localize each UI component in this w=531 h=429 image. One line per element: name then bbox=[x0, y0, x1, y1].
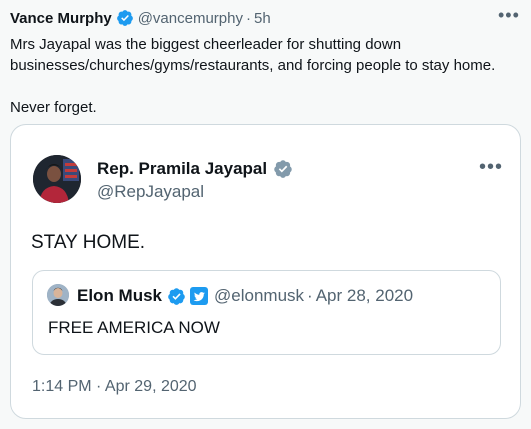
avatar[interactable] bbox=[33, 155, 81, 203]
more-options-icon[interactable]: ••• bbox=[479, 156, 503, 179]
outer-author-name[interactable]: Vance Murphy bbox=[10, 10, 112, 27]
quoted-tweet-card[interactable]: Rep. Pramila Jayapal @RepJayapal ••• STA… bbox=[10, 124, 521, 419]
nested-author-handle[interactable]: @elonmusk bbox=[214, 286, 304, 306]
twitter-bird-icon bbox=[190, 287, 209, 305]
nested-author-name[interactable]: Elon Musk bbox=[77, 286, 162, 306]
quoted-author-name[interactable]: Rep. Pramila Jayapal bbox=[97, 159, 267, 179]
nested-quote-date[interactable]: Apr 28, 2020 bbox=[316, 286, 413, 306]
quoted-author-name-row: Rep. Pramila Jayapal bbox=[97, 157, 297, 181]
more-options-icon[interactable]: ••• bbox=[498, 5, 520, 26]
gray-verified-badge-icon bbox=[273, 159, 293, 179]
nested-quote-header: Elon Musk @elonmusk · Apr 28, 2020 bbox=[77, 284, 413, 308]
separator-dot: · bbox=[307, 286, 313, 305]
separator-dot: · bbox=[245, 9, 251, 27]
quoted-tweet-text: STAY HOME. bbox=[31, 232, 146, 253]
outer-author-handle[interactable]: @vancemurphy bbox=[138, 10, 243, 27]
verified-badge-icon bbox=[116, 9, 134, 27]
outer-tweet-text: Mrs Jayapal was the biggest cheerleader … bbox=[10, 36, 496, 116]
verified-badge-icon bbox=[167, 287, 186, 306]
outer-tweet-header: Vance Murphy @vancemurphy · 5h bbox=[10, 7, 271, 29]
quoted-author-handle[interactable]: @RepJayapal bbox=[97, 182, 204, 202]
nested-quote-text: FREE AMERICA NOW bbox=[48, 318, 220, 337]
avatar[interactable] bbox=[47, 284, 69, 306]
quoted-tweet-timestamp[interactable]: 1:14 PM · Apr 29, 2020 bbox=[32, 378, 197, 396]
nested-quote-card[interactable]: Elon Musk @elonmusk · Apr 28, 2020 FREE … bbox=[32, 270, 501, 355]
outer-tweet-time[interactable]: 5h bbox=[254, 10, 271, 27]
